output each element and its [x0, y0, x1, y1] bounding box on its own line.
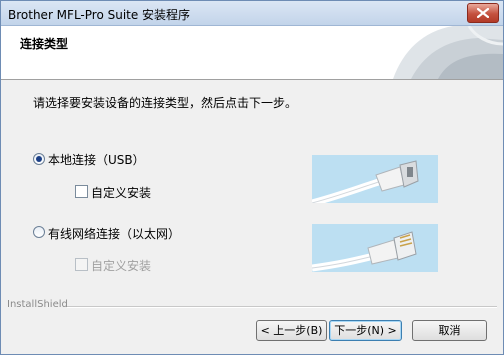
decorative-graphic — [393, 26, 503, 79]
cancel-button[interactable]: 取消 — [412, 320, 487, 341]
installshield-brand: InstallShield — [7, 299, 68, 310]
radio-selected-dot — [36, 156, 42, 162]
header-banner: 连接类型 — [1, 26, 503, 80]
footer-divider — [67, 306, 497, 308]
back-button[interactable]: < 上一步(B) — [256, 320, 327, 341]
ethernet-cable-image — [312, 224, 438, 272]
instruction-text: 请选择要安装设备的连接类型，然后点击下一步。 — [33, 96, 298, 110]
close-icon — [477, 8, 489, 18]
usb-custom-install-label[interactable]: 自定义安装 — [91, 184, 151, 201]
title-bar[interactable]: Brother MFL-Pro Suite 安装程序 — [1, 1, 503, 26]
page-title: 连接类型 — [20, 37, 69, 51]
installer-window: Brother MFL-Pro Suite 安装程序 连接类型 请选择要安装设备… — [0, 0, 504, 355]
usb-custom-install-checkbox[interactable] — [75, 185, 88, 198]
usb-cable-image — [312, 155, 438, 203]
network-custom-install-checkbox — [75, 258, 88, 271]
network-custom-install-label: 自定义安装 — [91, 259, 152, 273]
usb-option-label[interactable]: 本地连接（USB） — [48, 151, 145, 168]
network-option-label[interactable]: 有线网络连接（以太网） — [48, 225, 180, 242]
next-button[interactable]: 下一步(N) > — [329, 320, 402, 341]
close-button[interactable] — [467, 3, 499, 23]
window-title: Brother MFL-Pro Suite 安装程序 — [8, 8, 191, 22]
usb-radio-button[interactable] — [33, 153, 45, 165]
network-radio-button[interactable] — [33, 226, 45, 238]
